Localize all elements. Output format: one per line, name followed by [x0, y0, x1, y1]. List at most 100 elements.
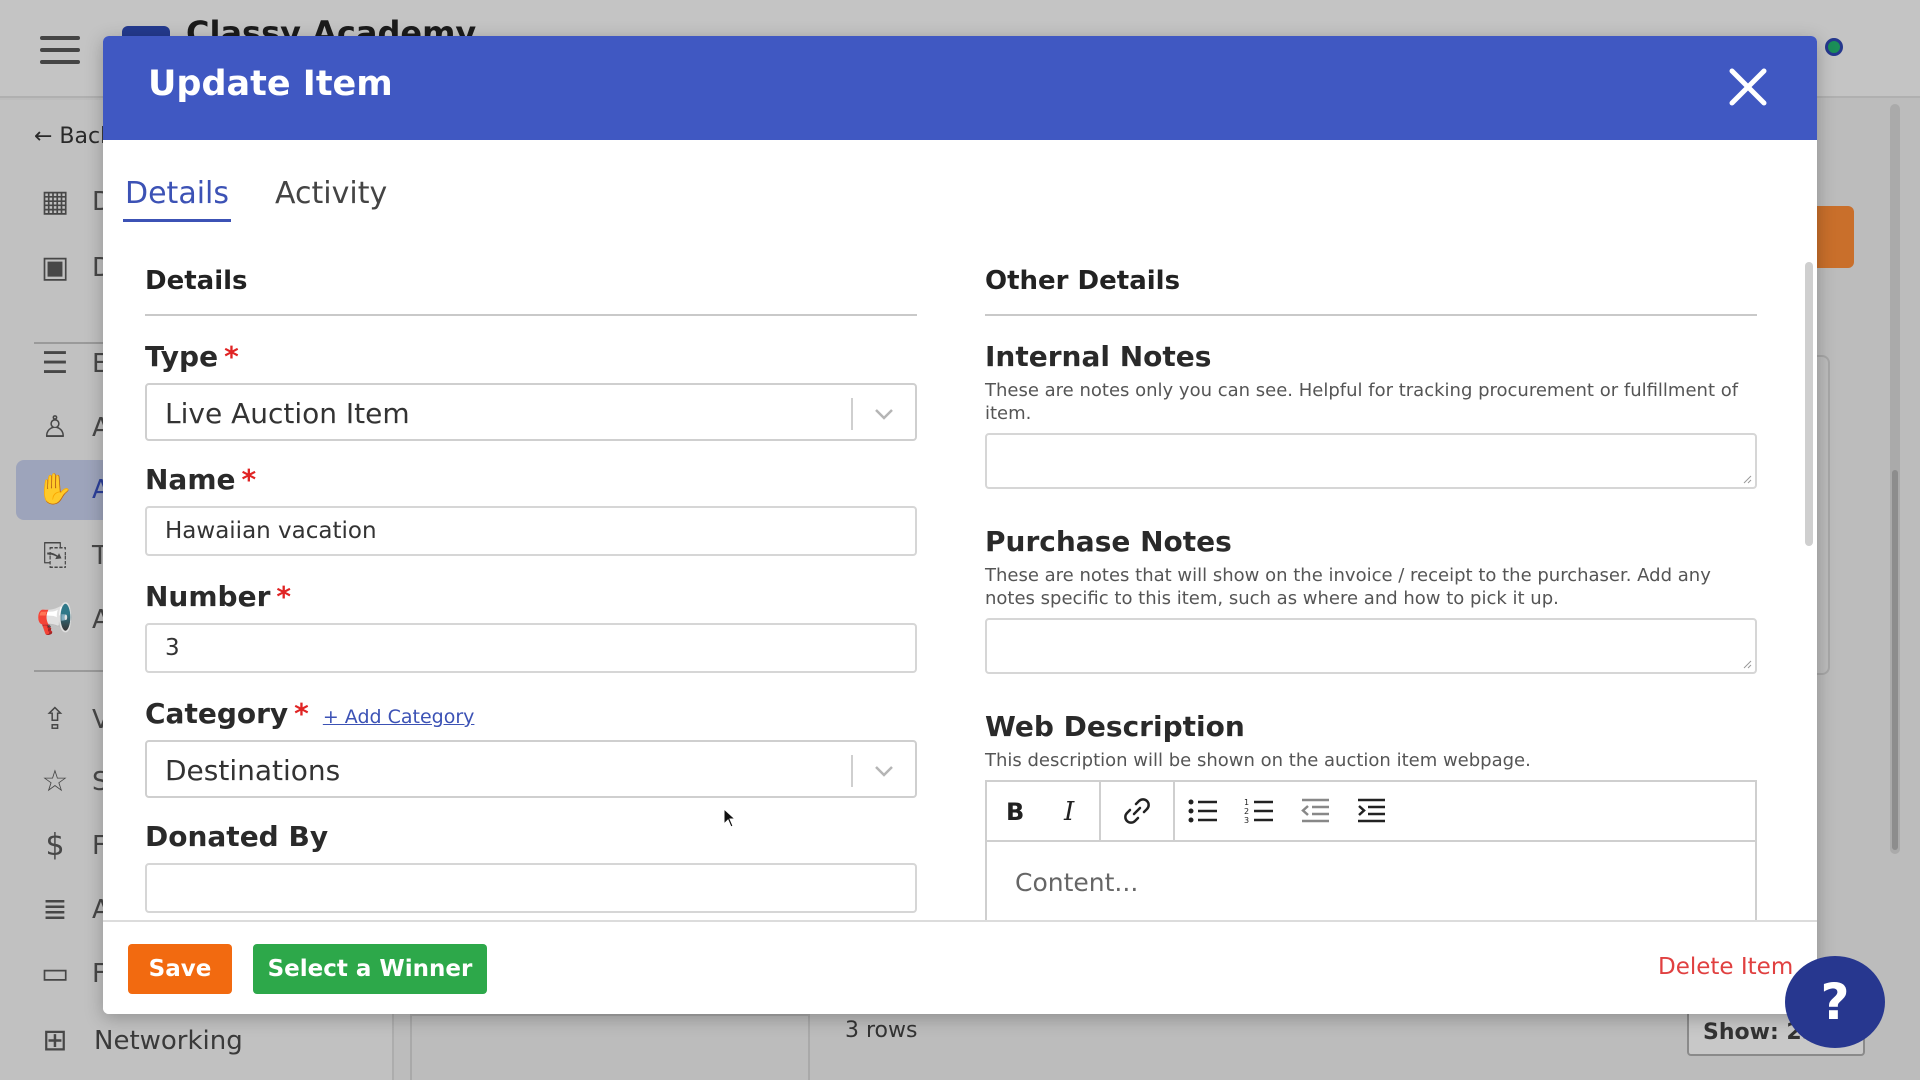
category-select[interactable]: Destinations: [145, 740, 917, 798]
update-item-modal: Update Item Details Activity Details Typ…: [103, 36, 1817, 1014]
background-table-cell: [410, 1014, 810, 1080]
status-dot-icon: [1825, 38, 1843, 56]
donated-by-input[interactable]: [145, 863, 917, 913]
category-select-value: Destinations: [165, 754, 341, 787]
modal-scrollbar-thumb[interactable]: [1805, 262, 1813, 546]
video-icon: ▭: [40, 956, 70, 991]
purchase-notes-label: Purchase Notes: [985, 525, 1232, 558]
required-mark: *: [294, 697, 309, 730]
rich-text-editor: B I 1 2 3 Content...: [985, 780, 1757, 934]
purchase-notes-help: These are notes that will show on the in…: [985, 565, 1711, 609]
italic-icon: I: [1063, 798, 1075, 824]
close-button[interactable]: [1723, 62, 1773, 112]
svg-text:2: 2: [1244, 807, 1249, 816]
auction-icon: ✋: [36, 472, 74, 507]
required-mark: *: [241, 463, 257, 496]
bold-icon: B: [1006, 798, 1024, 824]
megaphone-icon: 📢: [36, 602, 74, 637]
svg-text:I: I: [1063, 798, 1075, 824]
svg-text:B: B: [1006, 798, 1024, 824]
other-details-column: Other Details Internal Notes These are n…: [985, 226, 1757, 934]
web-description-field: Web Description This description will be…: [985, 710, 1757, 934]
tab-details[interactable]: Details: [123, 160, 232, 222]
list-icon: ☰: [41, 346, 69, 381]
internal-notes-field: Internal Notes These are notes only you …: [985, 340, 1757, 489]
close-icon: [1729, 68, 1767, 106]
details-section-title: Details: [145, 226, 917, 316]
outdent-icon: [1301, 798, 1329, 823]
modal-footer: Save Select a Winner Delete Item: [103, 920, 1817, 1014]
page-scrollbar-thumb[interactable]: [1892, 470, 1898, 850]
web-description-label: Web Description: [985, 710, 1245, 743]
sidebar-item-label: Networking: [94, 1026, 243, 1056]
editor-toolbar: B I 1 2 3: [987, 781, 1755, 842]
numbered-list-button[interactable]: 1 2 3: [1231, 781, 1287, 841]
purchase-notes-field: Purchase Notes These are notes that will…: [985, 525, 1757, 674]
link-button[interactable]: [1101, 781, 1173, 841]
select-separator: [851, 755, 853, 787]
resize-grip-icon[interactable]: [1742, 474, 1752, 484]
bullet-list-icon: [1188, 799, 1217, 823]
outdent-button[interactable]: [1287, 781, 1343, 841]
type-select-value: Live Auction Item: [165, 397, 410, 430]
italic-button[interactable]: I: [1043, 781, 1099, 841]
link-icon: [1124, 798, 1150, 824]
category-label: Category: [145, 697, 289, 730]
calendar-icon: ▣: [40, 250, 70, 285]
save-button[interactable]: Save: [128, 944, 232, 994]
resize-grip-icon[interactable]: [1742, 659, 1752, 669]
upload-icon: ⇪: [42, 702, 68, 737]
details-column: Details Type * Live Auction Item Name * Ha…: [145, 226, 917, 913]
donated-by-label: Donated By: [145, 820, 329, 853]
numbered-list-icon: 1 2 3: [1244, 798, 1273, 825]
number-field: Number * 3: [145, 580, 917, 673]
category-field: Category * + Add Category Destinations: [145, 697, 917, 798]
name-field: Name * Hawaiian vacation: [145, 463, 917, 556]
dashboard-icon: ▦: [40, 184, 70, 219]
internal-notes-help: These are notes only you can see. Helpfu…: [985, 380, 1739, 424]
svg-text:1: 1: [1244, 798, 1249, 807]
bullet-list-button[interactable]: [1175, 781, 1231, 841]
star-icon: ☆: [41, 764, 69, 799]
help-button[interactable]: ?: [1785, 956, 1885, 1048]
user-check-icon: ♙: [41, 410, 69, 445]
indent-icon: [1358, 798, 1385, 823]
name-label: Name: [145, 463, 236, 496]
number-input[interactable]: 3: [145, 623, 917, 673]
sidebar-item-networking[interactable]: ⊞ Networking: [36, 1022, 243, 1060]
type-field: Type * Live Auction Item: [145, 340, 917, 441]
name-input[interactable]: Hawaiian vacation: [145, 506, 917, 556]
plus-square-icon: ⊞: [42, 1023, 68, 1058]
modal-tabs: Details Activity: [123, 160, 431, 222]
bold-button[interactable]: B: [987, 781, 1043, 841]
modal-title: Update Item: [148, 64, 393, 104]
select-separator: [851, 398, 853, 430]
tab-activity[interactable]: Activity: [273, 160, 389, 222]
purchase-notes-textarea[interactable]: [985, 618, 1757, 674]
back-link[interactable]: ← Back: [34, 124, 113, 149]
row-count-label: 3 rows: [845, 1018, 918, 1043]
number-label: Number: [145, 580, 271, 613]
required-mark: *: [224, 340, 239, 373]
web-description-help: This description will be shown on the au…: [985, 750, 1531, 771]
indent-button[interactable]: [1343, 781, 1399, 841]
chevron-down-icon: [875, 409, 893, 420]
delete-item-button[interactable]: Delete Item: [1658, 954, 1793, 980]
exit-icon: ⎘: [43, 538, 67, 573]
type-select[interactable]: Live Auction Item: [145, 383, 917, 441]
modal-header: Update Item: [103, 36, 1817, 140]
hamburger-menu-icon[interactable]: [40, 36, 80, 64]
internal-notes-label: Internal Notes: [985, 340, 1212, 373]
editor-content[interactable]: Content...: [987, 842, 1755, 932]
svg-text:3: 3: [1244, 816, 1249, 825]
mouse-cursor-icon: [723, 808, 737, 828]
select-winner-button[interactable]: Select a Winner: [253, 944, 487, 994]
layers-icon: ≣: [42, 892, 68, 927]
modal-body: Details Type * Live Auction Item Name * Ha…: [103, 226, 1817, 956]
chevron-down-icon: [875, 766, 893, 777]
donated-by-field: Donated By: [145, 820, 917, 913]
internal-notes-textarea[interactable]: [985, 433, 1757, 489]
type-label: Type: [145, 340, 219, 373]
dollar-icon: $: [45, 828, 65, 863]
add-category-link[interactable]: + Add Category: [323, 706, 475, 728]
